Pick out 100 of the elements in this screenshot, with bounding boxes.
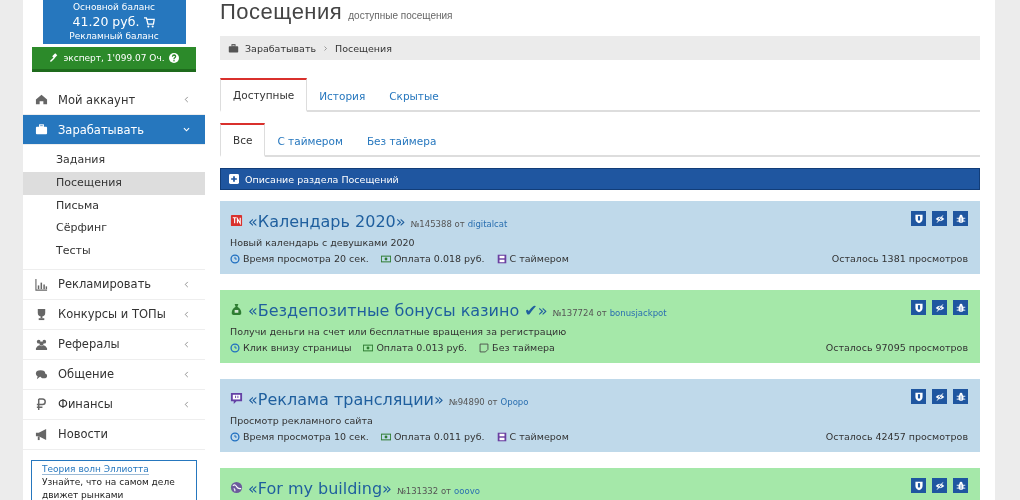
shield-button[interactable] [911, 478, 926, 493]
meta-text: Клик внизу страницы [243, 342, 352, 353]
visit-title[interactable]: «Бездепозитные бонусы казино ✔» [248, 300, 548, 322]
cart-icon [144, 16, 156, 28]
breadcrumb-item[interactable]: Посещения [335, 42, 392, 54]
gavel-icon [49, 53, 60, 63]
info-bar-text: Описание раздела Посещений [245, 173, 399, 185]
ad-text: Узнайте, что на самом деле движет рынками [42, 476, 176, 500]
hide-button[interactable] [932, 389, 947, 404]
shield-button[interactable] [911, 211, 926, 226]
bug-icon [955, 480, 966, 491]
visit-description: Получи деньги на счет или бесплатные вращения за регистрацию [230, 325, 568, 339]
eye-slash-icon [934, 480, 945, 491]
submenu-item[interactable]: Тесты [23, 240, 205, 263]
page-subtitle: доступные посещения [348, 9, 453, 23]
report-button[interactable] [953, 389, 968, 404]
tab[interactable]: С таймером [265, 123, 355, 157]
ruble-icon [35, 398, 48, 411]
banknote-icon [380, 253, 391, 264]
bug-icon [955, 302, 966, 313]
hide-button[interactable] [932, 211, 947, 226]
eye-slash-icon [934, 213, 945, 224]
film-icon [496, 253, 507, 264]
balance-label: Рекламный баланс [68, 30, 160, 43]
clock-icon [230, 431, 240, 442]
briefcase-icon [228, 42, 239, 54]
visit-number: №94890 от [448, 397, 498, 407]
breadcrumb-item[interactable]: Зарабатывать [245, 42, 317, 54]
home-icon [35, 93, 48, 106]
shield-button[interactable] [911, 389, 926, 404]
visit-number: №145388 от [410, 219, 465, 229]
meta-text: Время просмотра 10 сек. [243, 431, 369, 442]
visit-number: №131332 от [396, 486, 452, 496]
meta-text: Время просмотра 20 сек. [243, 253, 369, 264]
tab[interactable]: Доступные [220, 78, 308, 112]
remaining-views: Осталось 42457 просмотров [825, 431, 968, 442]
meta-text: Оплата 0.013 руб. [376, 342, 468, 353]
balance-label: Основной баланс [72, 1, 156, 14]
page-title: Посещения [220, 0, 343, 24]
author-link[interactable]: bonusjackpot [609, 308, 667, 318]
chevron-right-icon [322, 44, 330, 52]
report-button[interactable] [953, 211, 968, 226]
users-icon [35, 338, 48, 351]
remaining-views: Осталось 1381 просмотров [831, 253, 968, 264]
plus-square-icon [229, 174, 239, 184]
comments-icon [35, 368, 48, 381]
shield-icon [913, 480, 924, 491]
visit-title[interactable]: «Календарь 2020» [248, 211, 406, 233]
section-info-bar[interactable]: Описание раздела Посещений [220, 168, 980, 190]
tab[interactable]: Скрытые [377, 78, 451, 112]
shield-icon [913, 213, 924, 224]
chat-icon [230, 392, 243, 405]
briefcase-icon [35, 123, 48, 136]
hide-button[interactable] [932, 478, 947, 493]
trophy-icon [35, 308, 48, 321]
shield-button[interactable] [911, 300, 926, 315]
tab[interactable]: Все [220, 123, 266, 157]
banknote-icon [380, 431, 391, 442]
remaining-views: Осталось 97095 просмотров [825, 342, 968, 353]
visit-description: Новый календарь с девушками 2020 [230, 236, 416, 250]
tab[interactable]: История [307, 78, 378, 112]
author-link[interactable]: digitalcat [467, 219, 508, 229]
submenu-item[interactable]: Письма [23, 194, 205, 218]
author-link[interactable]: ooovo [454, 486, 480, 496]
visit-number: №137724 от [552, 308, 607, 318]
meta-text: С таймером [509, 431, 569, 442]
clock-icon [230, 342, 240, 353]
balance-amount: 41.20 руб. [72, 14, 140, 30]
bug-icon [955, 213, 966, 224]
meta-text: Оплата 0.011 руб. [393, 431, 485, 442]
submenu-item[interactable]: Посещения [23, 171, 205, 195]
report-button[interactable] [953, 478, 968, 493]
tab[interactable]: Без таймера [354, 123, 449, 157]
money-bag-icon [230, 303, 243, 316]
shield-icon [913, 302, 924, 313]
submenu-item[interactable]: Сёрфинг [23, 217, 205, 241]
visit-description: Просмотр рекламного сайта [230, 414, 374, 428]
submenu-item[interactable]: Задания [23, 149, 205, 172]
eye-slash-icon [934, 302, 945, 313]
clock-icon [230, 253, 240, 264]
bar-chart-icon [35, 278, 48, 291]
meta-text: Оплата 0.018 руб. [393, 253, 485, 264]
author-link[interactable]: Opopo [500, 397, 529, 407]
note-icon [479, 342, 490, 353]
meta-text: Без таймера [492, 342, 555, 353]
eye-slash-icon [934, 391, 945, 402]
visit-title[interactable]: «Реклама трансляции» [248, 389, 444, 411]
calendar-icon [230, 214, 243, 227]
ad-link[interactable]: Теория волн Эллиотта [42, 464, 149, 475]
hide-button[interactable] [932, 300, 947, 315]
shield-icon [913, 391, 924, 402]
help-icon [168, 53, 179, 63]
globe-icon [230, 481, 243, 494]
megaphone-icon [35, 428, 48, 441]
bug-icon [955, 391, 966, 402]
menu-item[interactable]: Зарабатывать [23, 115, 205, 145]
visit-title[interactable]: «For my building» [248, 478, 392, 500]
meta-text: С таймером [509, 253, 569, 264]
film-icon [496, 431, 507, 442]
report-button[interactable] [953, 300, 968, 315]
